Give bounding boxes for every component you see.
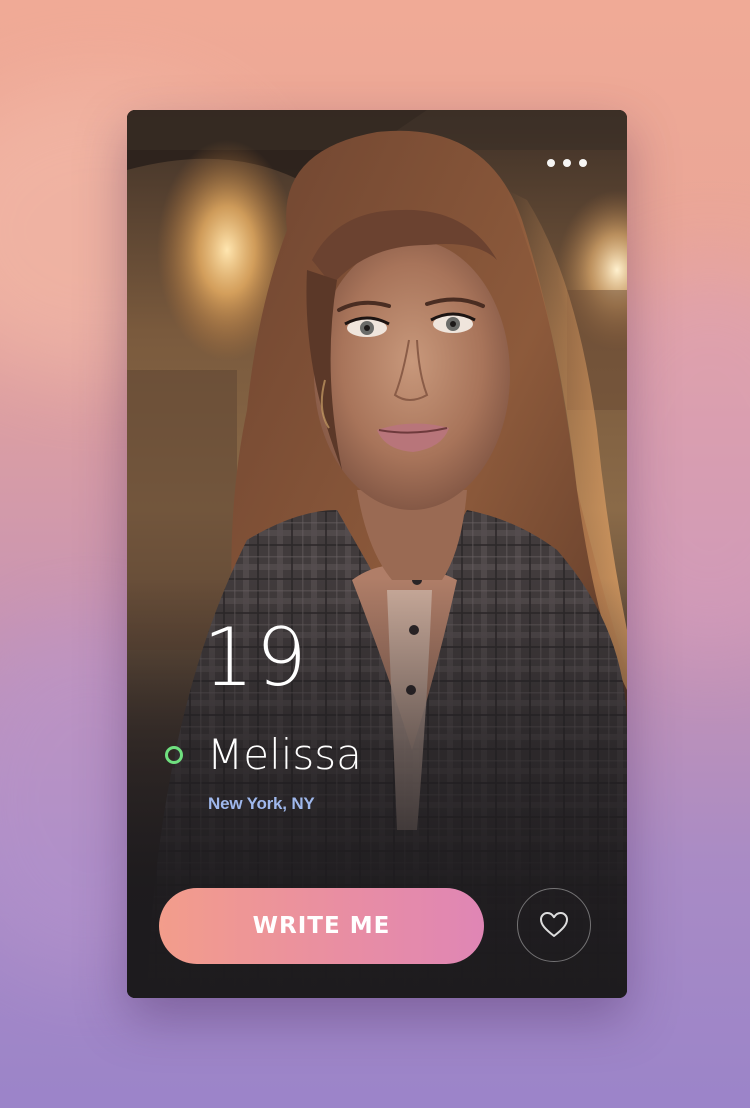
online-status-icon xyxy=(165,746,183,764)
profile-name-row: Melissa xyxy=(165,734,362,776)
profile-name: Melissa xyxy=(207,730,362,779)
write-me-button[interactable]: WRITE ME xyxy=(159,888,484,964)
more-horizontal-icon xyxy=(547,159,555,167)
like-button[interactable] xyxy=(517,888,591,962)
more-horizontal-icon xyxy=(579,159,587,167)
profile-card[interactable]: 19 Melissa New York, NY WRITE ME xyxy=(127,110,627,998)
more-options-button[interactable] xyxy=(543,155,591,171)
more-horizontal-icon xyxy=(563,159,571,167)
profile-age: 19 xyxy=(203,611,309,704)
heart-icon xyxy=(540,912,568,937)
profile-location: New York, NY xyxy=(208,794,315,813)
